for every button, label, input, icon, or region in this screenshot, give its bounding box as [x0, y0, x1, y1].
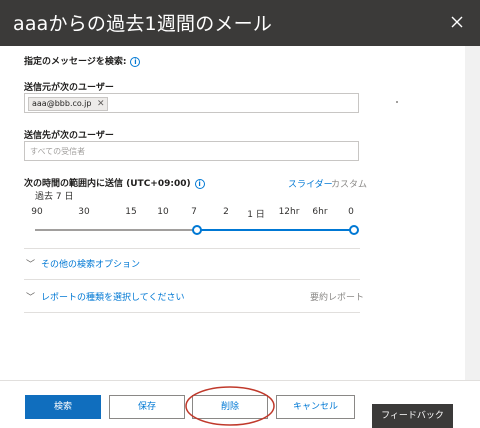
report-type-label: レポートの種類を選択してください — [41, 293, 185, 303]
time-slider-end-thumb[interactable] — [349, 225, 359, 235]
scrollbar[interactable] — [465, 46, 480, 380]
close-icon[interactable] — [446, 11, 468, 33]
tick-label: 12hr — [278, 207, 300, 217]
tick-label: 7 — [191, 207, 197, 217]
divider — [24, 248, 360, 249]
slider-mode-link[interactable]: スライダー — [288, 177, 333, 190]
custom-mode-link[interactable]: カスタム — [331, 177, 367, 190]
sender-field[interactable]: aaa@bbb.co.jp ✕ — [24, 93, 359, 113]
sender-chip: aaa@bbb.co.jp ✕ — [28, 97, 109, 111]
tick-label: 30 — [78, 207, 90, 217]
time-range-label: 次の時間の範囲内に送信 (UTC+09:00) — [24, 179, 191, 189]
search-section-label: 指定のメッセージを検索: — [24, 57, 127, 67]
recipient-label: 送信先が次のユーザー — [24, 131, 114, 141]
feedback-button[interactable]: フィードバック — [372, 404, 453, 428]
divider — [24, 279, 360, 280]
save-button[interactable]: 保存 — [109, 395, 185, 419]
time-range-title: 次の時間の範囲内に送信 (UTC+09:00) i — [24, 176, 205, 189]
search-section-title: 指定のメッセージを検索: i — [24, 54, 141, 67]
tick-label: 2 — [223, 207, 229, 217]
panel-header: aaaからの過去1週間のメール — [0, 0, 480, 46]
recipient-placeholder: すべての受信者 — [30, 147, 86, 156]
more-options-label: その他の検索オプション — [41, 260, 141, 270]
time-range-current: 過去 7 日 — [35, 192, 74, 202]
time-slider-fill — [197, 229, 354, 231]
tick-label: 10 — [157, 207, 169, 217]
dot-marker — [396, 101, 398, 103]
info-icon[interactable]: i — [130, 57, 141, 67]
chevron-down-icon: ﹀ — [26, 293, 36, 303]
recipient-field[interactable]: すべての受信者 — [24, 141, 359, 161]
report-type-value: 要約レポート — [310, 293, 365, 303]
tick-label: 15 — [125, 207, 137, 217]
remove-chip-icon[interactable]: ✕ — [97, 98, 105, 110]
sender-chip-text: aaa@bbb.co.jp — [32, 99, 92, 108]
time-slider-start-thumb[interactable] — [192, 225, 202, 235]
cancel-button[interactable]: キャンセル — [276, 395, 355, 419]
more-options-expander[interactable]: ﹀ その他の検索オプション — [26, 257, 140, 270]
tick-label: 1 日 — [247, 210, 265, 220]
divider — [24, 312, 360, 313]
chevron-down-icon: ﹀ — [26, 260, 36, 270]
panel-title: aaaからの過去1週間のメール — [13, 13, 273, 35]
tick-label: 6hr — [312, 207, 328, 217]
footer-separator — [0, 380, 480, 381]
tick-label: 90 — [31, 207, 43, 217]
delete-button[interactable]: 削除 — [192, 395, 268, 419]
report-type-expander[interactable]: ﹀ レポートの種類を選択してください — [26, 290, 184, 303]
sender-label: 送信元が次のユーザー — [24, 83, 114, 93]
tick-label: 0 — [348, 207, 354, 217]
search-button[interactable]: 検索 — [25, 395, 101, 419]
time-info-icon[interactable]: i — [194, 179, 205, 189]
